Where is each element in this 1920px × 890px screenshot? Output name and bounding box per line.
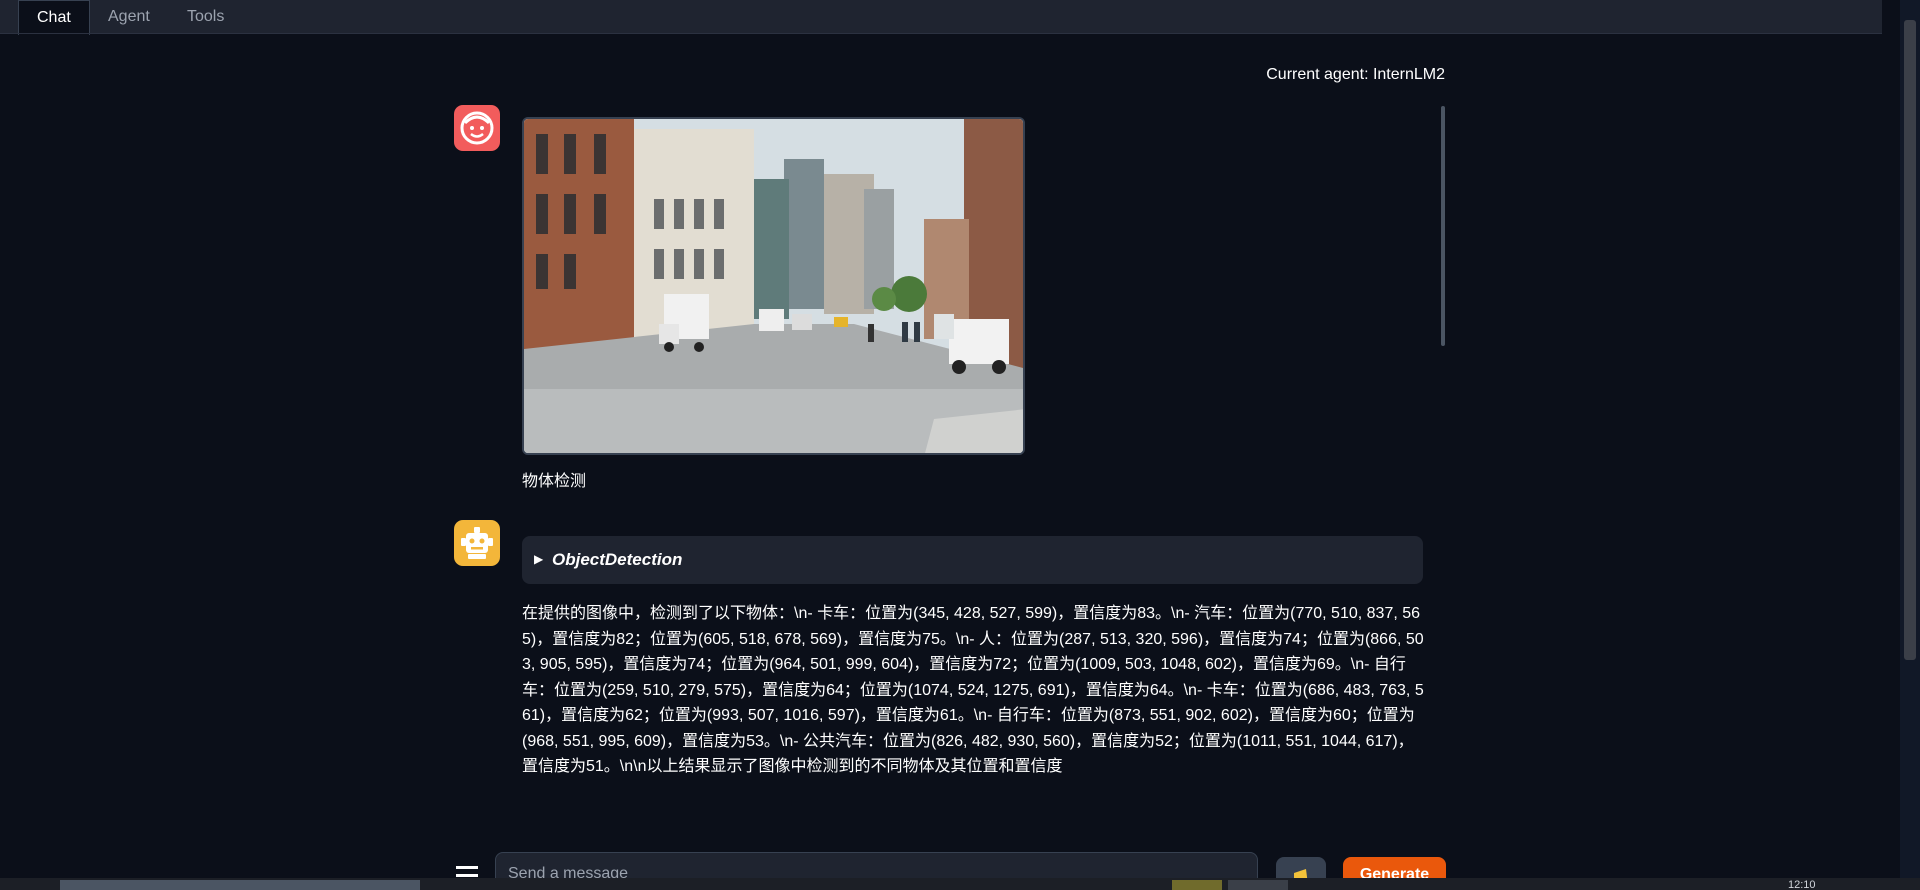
user-avatar [454, 105, 500, 151]
taskbar-clock: 12:10 [1788, 879, 1816, 890]
tab-chat[interactable]: Chat [18, 0, 90, 35]
tab-agent[interactable]: Agent [90, 0, 168, 34]
user-message-text: 物体检测 [522, 473, 587, 490]
taskbar-tray-item-2[interactable] [1228, 880, 1288, 890]
bot-avatar [454, 520, 500, 566]
tool-call-accordion[interactable]: ▶ ObjectDetection [522, 536, 1423, 584]
chat-scrollbar-thumb[interactable] [1441, 106, 1445, 346]
current-agent-label: Current agent: InternLM2 [1266, 66, 1445, 83]
tab-bar-divider [0, 33, 1882, 34]
street-scene-illustration [524, 119, 1023, 453]
tab-bar [0, 0, 1882, 34]
page-scrollbar[interactable] [1900, 0, 1920, 890]
bot-message-text: 在提供的图像中，检测到了以下物体：\n- 卡车：位置为(345, 428, 52… [522, 605, 1424, 775]
robot-icon [461, 527, 493, 559]
street-scene-image[interactable] [522, 117, 1025, 455]
expand-arrow-icon: ▶ [534, 552, 544, 566]
smiley-face-icon [460, 111, 494, 145]
taskbar-window-item[interactable] [60, 880, 420, 890]
tool-call-name: ObjectDetection [552, 550, 683, 569]
page-scrollbar-thumb[interactable] [1904, 20, 1916, 660]
taskbar-tray-item[interactable] [1172, 880, 1222, 890]
tab-tools[interactable]: Tools [169, 0, 242, 34]
